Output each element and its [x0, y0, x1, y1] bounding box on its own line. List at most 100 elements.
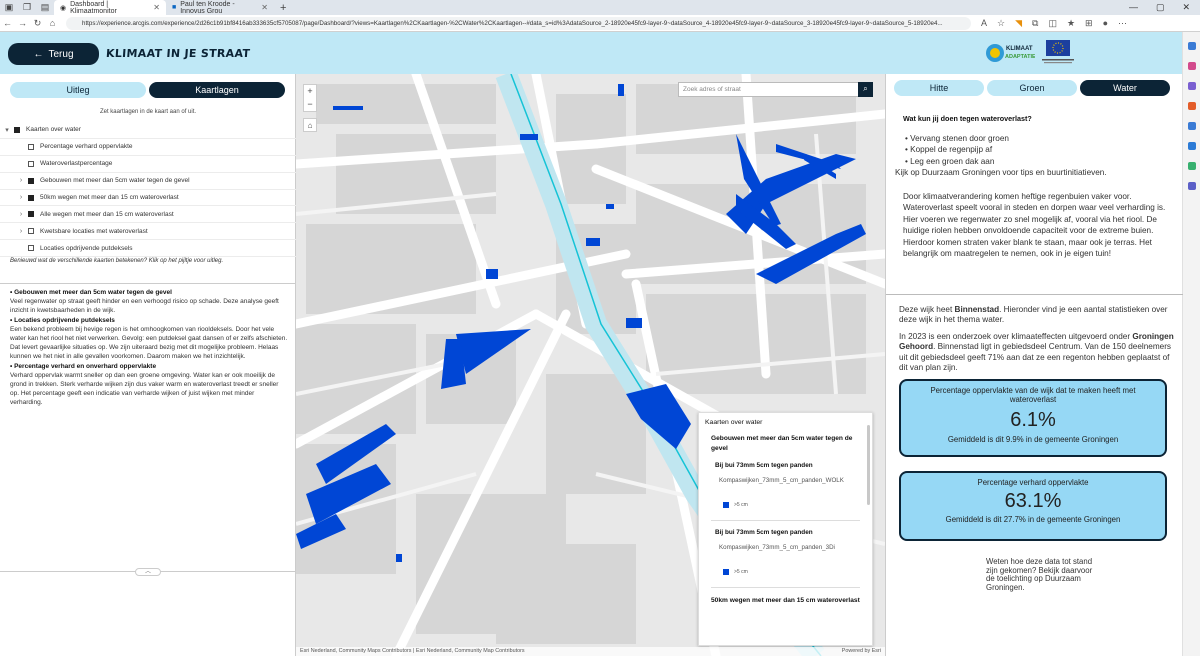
divider	[886, 294, 1183, 295]
zoom-in-button[interactable]: +	[304, 85, 316, 98]
tab-label: Dashboard | Klimaatmonitor	[70, 0, 117, 15]
explanation-text: Een bekend probleem bij hevige regen is …	[10, 325, 288, 361]
layer-checkbox[interactable]	[28, 228, 34, 235]
page-title: KLIMAAT IN JE STRAAT	[105, 47, 251, 60]
tab-kaartlagen[interactable]: Kaartlagen	[149, 82, 285, 98]
stat-value: 63.1%	[1004, 490, 1062, 513]
stat-title: Percentage oppervlakte van de wijk dat t…	[930, 386, 1136, 405]
legend-scrollbar[interactable]	[867, 425, 870, 505]
new-tab-button[interactable]: +	[274, 2, 292, 14]
stat-compare: Gemiddeld is dit 9.9% in de gemeente Gro…	[947, 434, 1119, 444]
layer-label: Alle wegen met meer dan 15 cm wateroverl…	[40, 210, 174, 218]
tab-hitte[interactable]: Hitte	[894, 80, 984, 96]
back-button[interactable]: ← Terug	[8, 43, 99, 65]
layer-label: Gebouwen met meer dan 5cm water tegen de…	[40, 177, 190, 185]
favorite-icon[interactable]: ☆	[997, 18, 1005, 29]
legend-title: Kaarten over water	[705, 419, 763, 426]
map-attribution: Esri Nederland, Community Maps Contribut…	[296, 647, 885, 656]
rss-icon[interactable]: ◥	[1015, 18, 1022, 29]
explanation-text: Verhard oppervlak warmt sneller op dan e…	[10, 371, 279, 407]
shopping-icon[interactable]	[1187, 62, 1196, 70]
swatch-label: >5 cm	[734, 569, 748, 575]
tools-icon[interactable]	[1187, 82, 1196, 90]
search-icon[interactable]	[1187, 42, 1196, 50]
layer-list: ▾ Kaarten over water Percentage verhard op…	[0, 122, 296, 258]
address-bar: ← → ↻ ⌂ https://experience.arcgis.com/ex…	[0, 15, 1200, 32]
layer-checkbox[interactable]	[28, 211, 34, 218]
map-view[interactable]: + − ⌂ Zoek adres of straat ⌕ Kaarten ove…	[296, 74, 885, 656]
collections-icon[interactable]: ⊞	[1085, 18, 1093, 29]
forward-icon[interactable]: →	[15, 18, 30, 28]
layer-row[interactable]: › Kwetsbare locaties met wateroverlast	[0, 223, 296, 241]
powered-by-esri[interactable]: Powered by Esri	[842, 647, 881, 656]
minimize-icon[interactable]: —	[1129, 2, 1138, 13]
explanation-text: Veel regenwater op straat geeft hinder e…	[10, 298, 279, 315]
stat-card-wateroverlast: Percentage oppervlakte van de wijk dat t…	[899, 379, 1167, 457]
close-window-icon[interactable]: ✕	[1182, 2, 1190, 13]
expand-chevron-icon[interactable]: ›	[14, 228, 28, 235]
layer-row[interactable]: Locaties opdrijvende putdeksels	[0, 240, 296, 258]
expand-chevron-icon[interactable]: ›	[14, 194, 28, 201]
tab-water[interactable]: Water	[1080, 80, 1170, 96]
layer-checkbox[interactable]	[14, 126, 20, 133]
legend-sublayer-source: Kompaswijken_73mm_5_cm_panden_3Di	[719, 544, 835, 551]
office-icon[interactable]	[1187, 122, 1196, 130]
expand-chevron-icon[interactable]: ▾	[0, 126, 14, 134]
close-tab-icon[interactable]: ✕	[261, 3, 268, 12]
teams-icon[interactable]	[1187, 182, 1196, 190]
layer-row[interactable]: › 50km wegen met meer dan 15 cm waterover…	[0, 190, 296, 207]
close-tab-icon[interactable]: ✕	[153, 3, 160, 12]
back-icon[interactable]: ←	[0, 18, 15, 28]
profile-icon[interactable]: ●	[1103, 18, 1108, 29]
layer-checkbox[interactable]	[28, 143, 34, 150]
collapse-handle[interactable]: ︿	[135, 568, 161, 576]
legend-sublayer-title: Bij bui 73mm 5cm tegen panden	[715, 462, 813, 469]
favorites-icon[interactable]: ★	[1067, 18, 1075, 29]
tab-uitleg[interactable]: Uitleg	[10, 82, 146, 98]
browser-tab-linkedin[interactable]: ■ Paul ten Kroode - Innovus Grou ✕	[166, 0, 274, 15]
split-screen-icon[interactable]: ◫	[1048, 18, 1057, 29]
layer-checkbox[interactable]	[28, 245, 34, 252]
layer-label: Wateroverlastpercentage	[40, 160, 113, 168]
home-view-button[interactable]: ⌂	[303, 118, 317, 132]
water-swatch-icon	[723, 502, 729, 508]
more-icon[interactable]: ⋯	[1118, 18, 1127, 29]
vertical-tabs-icon[interactable]: ▤	[36, 0, 54, 15]
refresh-icon[interactable]: ↻	[30, 18, 45, 29]
layer-row[interactable]: ▾ Kaarten over water	[0, 122, 296, 139]
map-legend[interactable]: Kaarten over water Gebouwen met meer dan…	[698, 412, 873, 646]
layer-row[interactable]: Wateroverlastpercentage	[0, 156, 296, 173]
layer-row[interactable]: › Gebouwen met meer dan 5cm water tegen d…	[0, 173, 296, 190]
layer-checkbox[interactable]	[28, 194, 34, 201]
layer-checkbox[interactable]	[28, 160, 34, 167]
section-question: Wat kun jij doen tegen wateroverlast?	[903, 114, 1032, 123]
extensions-icon[interactable]: ⧉	[1032, 18, 1038, 29]
tips-link[interactable]: Kijk op Duurzaam Groningen voor tips en …	[895, 167, 1175, 178]
back-label: Terug	[48, 48, 74, 60]
read-aloud-icon[interactable]: A	[981, 18, 987, 29]
games-icon[interactable]	[1187, 102, 1196, 110]
browser-tab-dashboard[interactable]: ◉ Dashboard | Klimaatmonitor ✕	[54, 0, 166, 15]
klimaat-adaptatie-logo: KLIMAAT ADAPTATIE	[986, 44, 1035, 62]
expand-chevron-icon[interactable]: ›	[14, 211, 28, 218]
layer-checkbox[interactable]	[28, 177, 34, 184]
wijk-text: Deze wijk heet Binnenstad. Hieronder vin…	[899, 305, 1175, 326]
layer-note: Benieuwd wat de verschillende kaarten be…	[10, 258, 224, 264]
zoom-out-button[interactable]: −	[304, 98, 316, 111]
address-search-input[interactable]: Zoek adres of straat	[678, 82, 873, 97]
swatch-label: >5 cm	[734, 502, 748, 508]
tab-groen[interactable]: Groen	[987, 80, 1077, 96]
url-field[interactable]: https://experience.arcgis.com/experience…	[66, 16, 971, 30]
globe-icon: ◉	[60, 4, 67, 12]
layer-label: Locaties opdrijvende putdeksels	[40, 244, 133, 252]
workspaces-icon[interactable]: ▣	[0, 0, 18, 15]
layer-row[interactable]: Percentage verhard oppervlakte	[0, 139, 296, 156]
search-icon[interactable]: ⌕	[858, 82, 873, 97]
outlook-icon[interactable]	[1187, 142, 1196, 150]
maximize-icon[interactable]: ▢	[1156, 2, 1165, 13]
tab-actions-icon[interactable]: ❐	[18, 0, 36, 15]
expand-chevron-icon[interactable]: ›	[14, 177, 28, 184]
home-icon[interactable]: ⌂	[45, 18, 60, 28]
layer-row[interactable]: › Alle wegen met meer dan 15 cm waterover…	[0, 206, 296, 224]
drop-icon[interactable]	[1187, 162, 1196, 170]
